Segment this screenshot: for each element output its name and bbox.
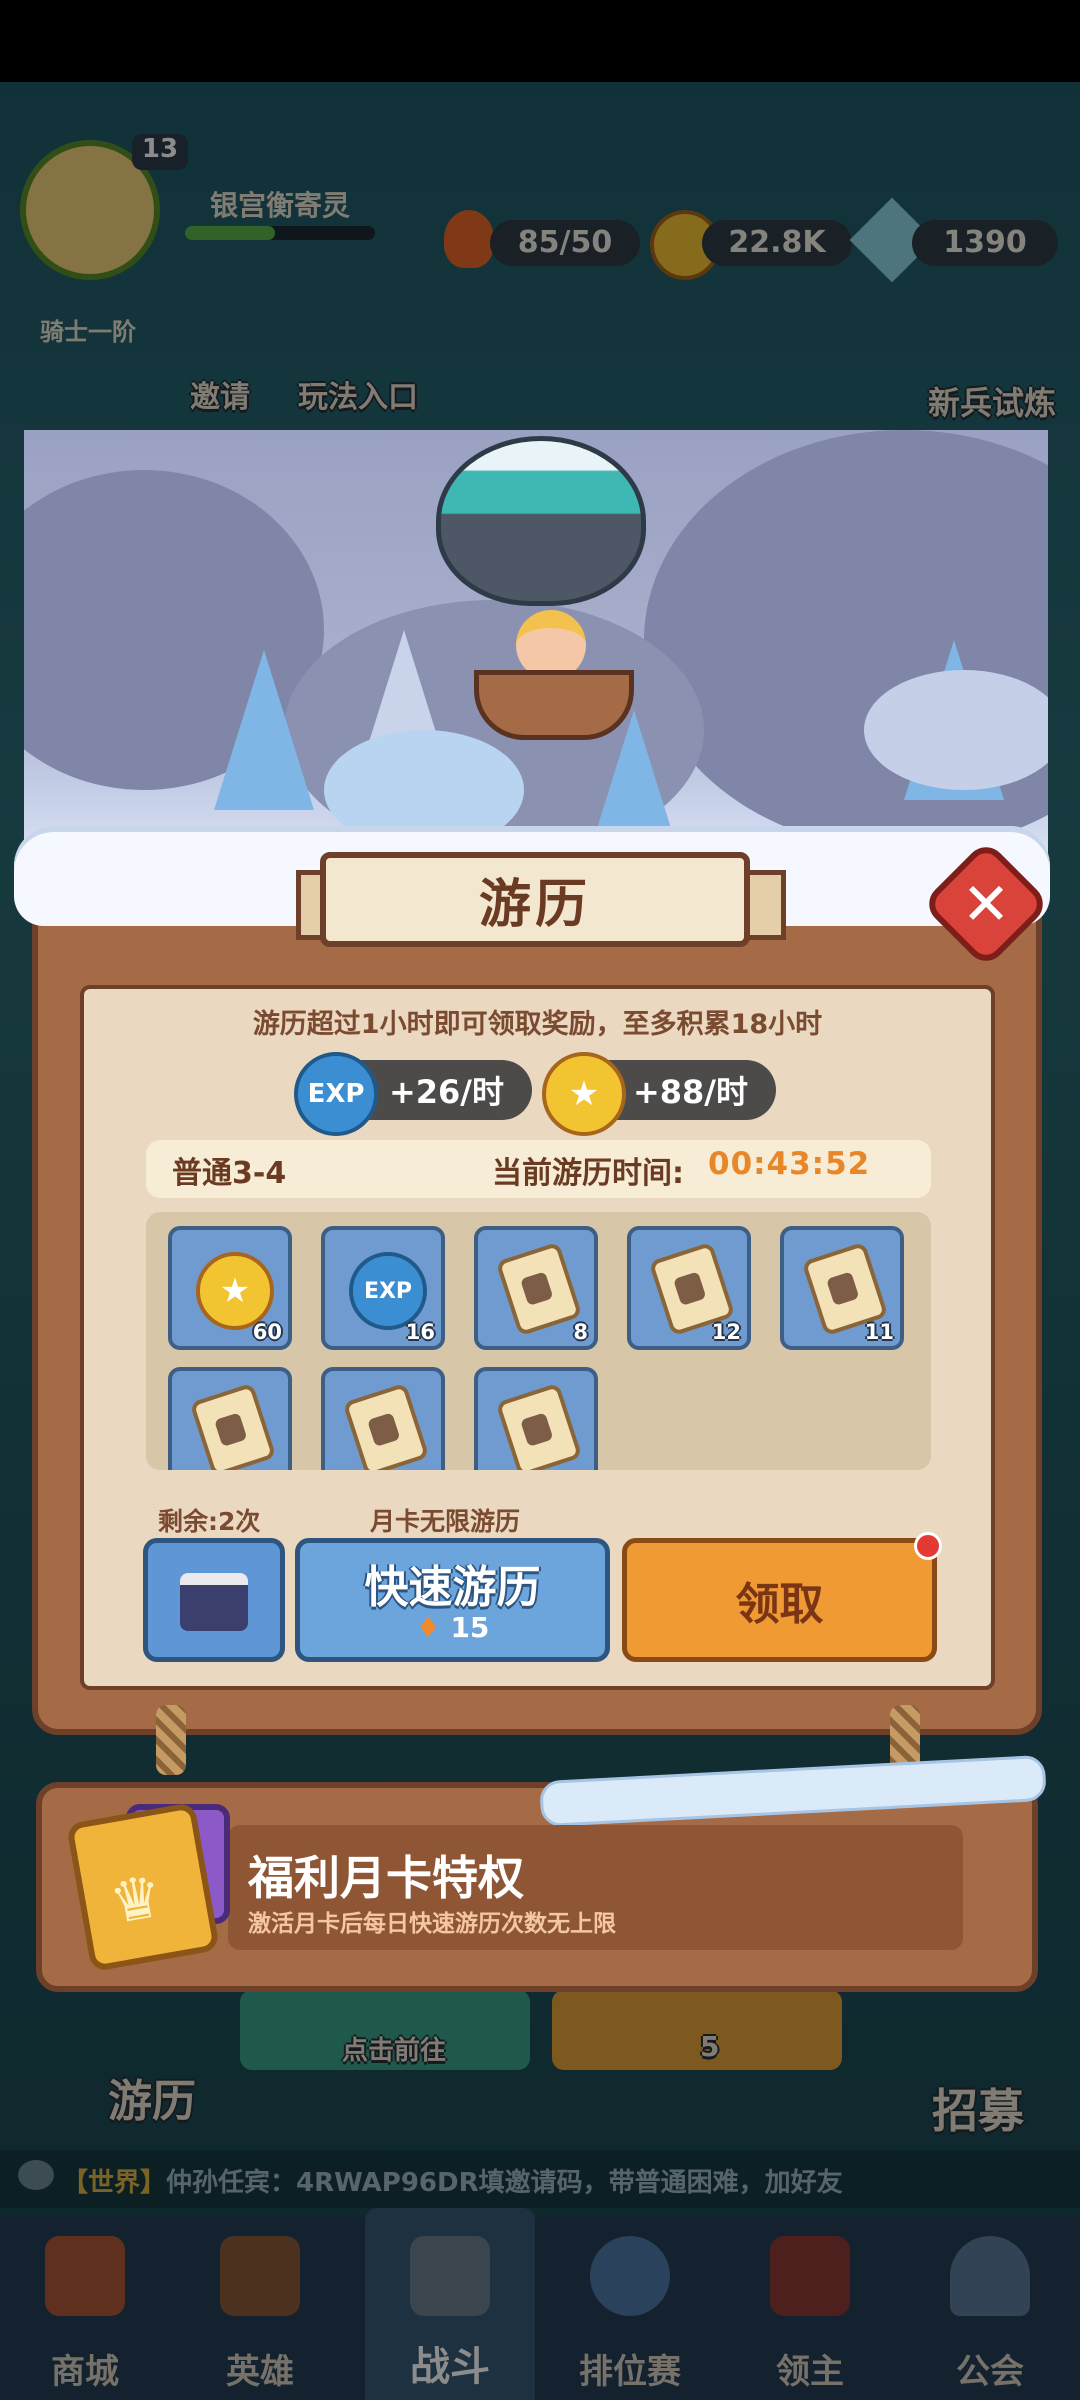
glove-scroll-icon bbox=[342, 1382, 430, 1470]
monthly-card-subtitle: 激活月卡后每日快速游历次数无上限 bbox=[248, 1911, 616, 1937]
armor-scroll-icon bbox=[189, 1382, 277, 1470]
gold-coin-icon: ★ bbox=[542, 1052, 626, 1136]
exp-icon-label: EXP bbox=[363, 1278, 413, 1304]
exp-icon-label: EXP bbox=[307, 1079, 365, 1109]
fast-travel-cost: ♦ 15 bbox=[300, 1611, 605, 1644]
fast-travel-button[interactable]: 快速游历 ♦ 15 bbox=[295, 1538, 610, 1662]
fast-travel-cost-value: 15 bbox=[450, 1611, 490, 1644]
reward-item[interactable]: 8 bbox=[474, 1226, 598, 1350]
notification-dot bbox=[914, 1532, 942, 1560]
reward-item[interactable]: ★ 60 bbox=[168, 1226, 292, 1350]
reward-rule-text: 游历超过1小时即可领取奖励，至多积累18小时 bbox=[252, 1009, 823, 1040]
close-icon: ✕ bbox=[961, 870, 1011, 938]
reward-item[interactable]: EXP 16 bbox=[321, 1226, 445, 1350]
gold-coin-icon: ★ bbox=[196, 1252, 274, 1330]
reward-item[interactable] bbox=[168, 1367, 292, 1470]
reward-count: 11 bbox=[864, 1320, 894, 1344]
exp-icon: EXP bbox=[349, 1252, 427, 1330]
clapperboard-icon bbox=[180, 1573, 248, 1631]
status-bar bbox=[0, 0, 1080, 82]
balloon-basket bbox=[474, 670, 634, 740]
exp-icon: EXP bbox=[294, 1052, 378, 1136]
balloon-icon bbox=[436, 436, 646, 606]
claim-button[interactable]: 领取 bbox=[622, 1538, 937, 1662]
fast-travel-label: 快速游历 bbox=[364, 1562, 541, 1613]
reward-count: 16 bbox=[405, 1320, 435, 1344]
armor-scroll-icon bbox=[495, 1382, 583, 1470]
dialog-title-ribbon: 游历 bbox=[320, 852, 750, 947]
reward-item[interactable]: 11 bbox=[780, 1226, 904, 1350]
monthly-card-title: 福利月卡特权 bbox=[248, 1851, 524, 1905]
rope-left bbox=[156, 1705, 186, 1775]
reward-count: 60 bbox=[252, 1320, 282, 1344]
dialog-title: 游历 bbox=[478, 875, 591, 935]
stamina-icon: ♦ bbox=[415, 1611, 441, 1644]
reward-count: 8 bbox=[573, 1320, 588, 1344]
armor-scroll-icon bbox=[495, 1241, 583, 1337]
remaining-count: 剩余:2次 bbox=[158, 1507, 261, 1536]
exp-rate: +26/时 bbox=[388, 1073, 504, 1111]
gold-rate: +88/时 bbox=[632, 1073, 748, 1111]
reward-grid[interactable]: ★ 60 EXP 16 8 12 11 bbox=[146, 1212, 931, 1470]
reward-item[interactable] bbox=[474, 1367, 598, 1470]
reward-count: 12 bbox=[711, 1320, 741, 1344]
crown-card-icon: ♛ bbox=[65, 1801, 221, 1973]
stage-name: 普通3-4 bbox=[172, 1156, 287, 1191]
travel-time-label: 当前游历时间: bbox=[492, 1156, 684, 1191]
reward-item[interactable] bbox=[321, 1367, 445, 1470]
claim-label: 领取 bbox=[735, 1579, 824, 1630]
reward-item[interactable]: 12 bbox=[627, 1226, 751, 1350]
monthly-card-note: 月卡无限游历 bbox=[370, 1507, 521, 1536]
watch-video-button[interactable] bbox=[143, 1538, 285, 1662]
travel-time-value: 00:43:52 bbox=[708, 1146, 871, 1182]
